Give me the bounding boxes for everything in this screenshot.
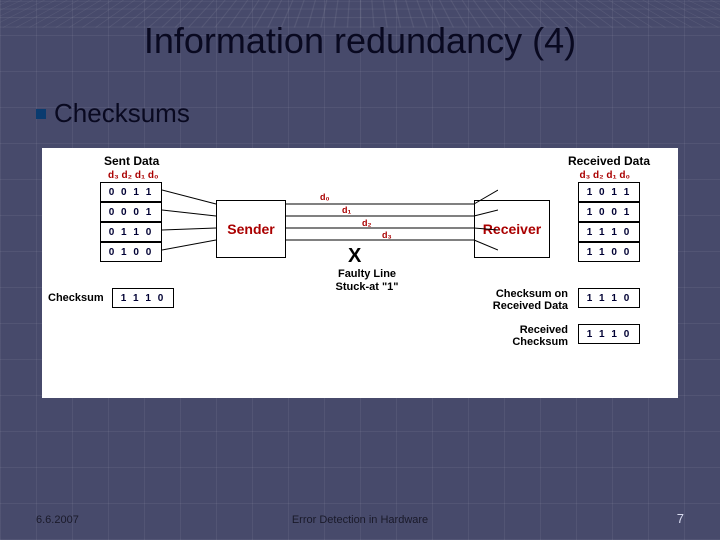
sent-row: 0 1 0 0 (100, 242, 162, 262)
bullet-item: Checksums (36, 98, 190, 129)
checksum-label-left: Checksum (48, 292, 104, 304)
sent-row: 0 1 1 0 (100, 222, 162, 242)
checksum-on-received-value: 1 1 1 0 (578, 288, 640, 308)
sent-data-header: Sent Data (104, 154, 159, 168)
checksum-on-received-label: Checksum on Received Data (448, 288, 568, 312)
sent-row: 0 0 0 1 (100, 202, 162, 222)
bullet-text: Checksums (54, 98, 190, 129)
recv-row: 1 0 0 1 (578, 202, 640, 222)
recv-row: 1 0 1 1 (578, 182, 640, 202)
diagram-container: Sent Data Received Data d₃ d₂ d₁ d₀ d₃ d… (42, 148, 678, 398)
recv-row: 1 1 1 0 (578, 222, 640, 242)
footer-title: Error Detection in Hardware (0, 514, 720, 526)
bus-lines: d₀ d₁ d₂ d₃ X (162, 182, 498, 278)
recv-row: 1 1 0 0 (578, 242, 640, 262)
bus-label-d1: d₁ (342, 205, 351, 215)
fault-x-icon: X (348, 245, 362, 267)
received-checksum-value: 1 1 1 0 (578, 324, 640, 344)
bus-label-d3: d₃ (382, 230, 392, 240)
slide-title: Information redundancy (4) (0, 20, 720, 62)
received-data-header: Received Data (568, 154, 650, 168)
sent-row: 0 0 1 1 (100, 182, 162, 202)
bit-labels-left: d₃ d₂ d₁ d₀ (108, 170, 158, 181)
faulty-line-label: Faulty Line Stuck-at "1" (322, 268, 412, 294)
bus-label-d0: d₀ (320, 192, 330, 202)
received-checksum-label: Received Checksum (448, 324, 568, 348)
slide: Information redundancy (4) Checksums Sen… (0, 0, 720, 540)
received-data-column: 1 0 1 1 1 0 0 1 1 1 1 0 1 1 0 0 (578, 182, 640, 262)
bit-labels-right: d₃ d₂ d₁ d₀ (580, 170, 630, 181)
sent-data-column: 0 0 1 1 0 0 0 1 0 1 1 0 0 1 0 0 (100, 182, 162, 262)
footer-page-number: 7 (677, 511, 684, 526)
checksum-value-left: 1 1 1 0 (112, 288, 174, 308)
bullet-icon (36, 109, 46, 119)
bus-label-d2: d₂ (362, 218, 372, 228)
